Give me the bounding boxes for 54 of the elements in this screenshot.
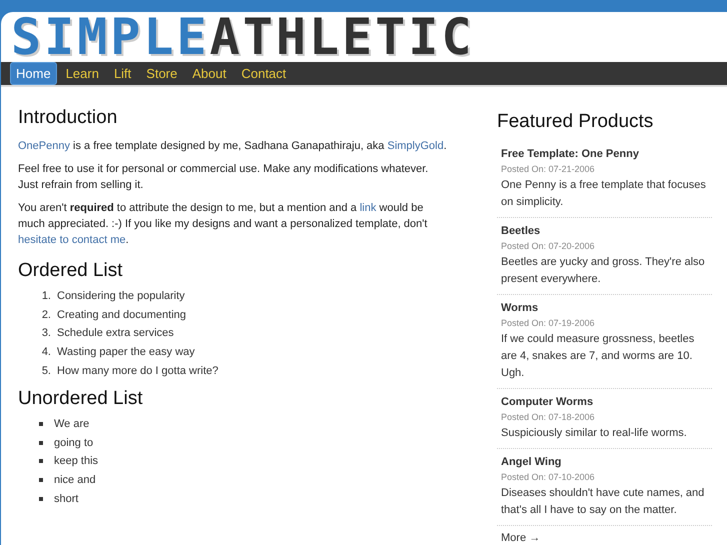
- bullet-icon: [39, 440, 43, 445]
- bullet-icon: [39, 478, 43, 482]
- sidebar-heading: Featured Products: [497, 111, 654, 133]
- nav-link[interactable]: Lift: [108, 62, 138, 85]
- text-link[interactable]: SimplyGold: [387, 140, 444, 152]
- product-title[interactable]: Beetles: [501, 224, 708, 239]
- product-description: Beetles are yucky and gross. They're also present everywhere.: [501, 255, 706, 287]
- list-number: 4.: [40, 346, 51, 358]
- post-date: Posted On: 07-18-2006: [501, 411, 596, 424]
- list-number: 2.: [40, 308, 51, 321]
- bullet-icon: [39, 496, 43, 501]
- paragraph: You aren't required to attribute the design to me, but a mention and a link would be much appreciated. :-) If you like my designs and want a personalized template, don't hesitate to contact me.: [18, 201, 428, 248]
- text-link[interactable]: link: [360, 202, 376, 214]
- post-date: Posted On: 07-10-2006: [501, 471, 596, 484]
- list-item: Wasting paper the easy way: [57, 346, 195, 358]
- list-number: 1.: [40, 290, 51, 302]
- post-date: Posted On: 07-21-2006: [501, 163, 596, 176]
- text-link[interactable]: OnePenny: [18, 140, 70, 152]
- post-date: Posted On: 07-19-2006: [501, 317, 596, 330]
- nav-link[interactable]: Store: [140, 62, 184, 85]
- nav-link[interactable]: Contact: [235, 62, 292, 85]
- product-description: One Penny is a free template that focuses on simplicity.: [501, 178, 707, 210]
- text-link[interactable]: hesitate to contact me: [18, 234, 126, 246]
- list-item: nice and: [54, 474, 96, 486]
- bullet-icon: [39, 422, 43, 426]
- list-item: Creating and documenting: [57, 308, 186, 321]
- product-title[interactable]: Computer Worms: [501, 395, 708, 410]
- more-link[interactable]: More →: [501, 532, 540, 544]
- section-heading: Ordered List: [18, 260, 124, 282]
- bullet-icon: [39, 459, 43, 464]
- list-number: 3.: [40, 327, 51, 340]
- product-description: Diseases shouldn't have cute names, and that's all I have to say on the matter.: [501, 486, 706, 518]
- paragraph: OnePenny is a free template designed by me, Sadhana Ganapathiraju, aka SimplyGold.: [18, 139, 448, 154]
- list-item: How many more do I gotta write?: [57, 364, 218, 377]
- list-number: 5.: [40, 364, 51, 377]
- list-item: keep this: [54, 455, 98, 468]
- list-item: going to: [54, 436, 94, 449]
- product-title[interactable]: Worms: [501, 301, 708, 316]
- section-heading: Introduction: [18, 107, 118, 129]
- list-item: Schedule extra services: [57, 327, 174, 340]
- paragraph: Feel free to use it for personal or commercial use. Make any modifications whatever. Just refrain from selling it.: [18, 162, 430, 193]
- nav-link[interactable]: Home: [10, 62, 57, 85]
- product-description: Suspiciously similar to real-life worms.: [501, 426, 688, 441]
- post-date: Posted On: 07-20-2006: [501, 240, 596, 253]
- product-description: If we could measure grossness, beetles are 4, snakes are 7, and worms are 10. Ugh.: [501, 332, 696, 381]
- list-item: We are: [54, 418, 90, 430]
- nav-link[interactable]: Learn: [60, 62, 105, 85]
- site-logo[interactable]: SIMPLEATHLETIC: [11, 12, 474, 62]
- list-item: Considering the popularity: [57, 290, 185, 302]
- nav-link[interactable]: About: [186, 62, 232, 85]
- section-heading: Unordered List: [18, 388, 144, 410]
- product-title[interactable]: Angel Wing: [501, 455, 708, 470]
- product-title[interactable]: Free Template: One Penny: [501, 147, 708, 162]
- list-item: short: [54, 492, 78, 505]
